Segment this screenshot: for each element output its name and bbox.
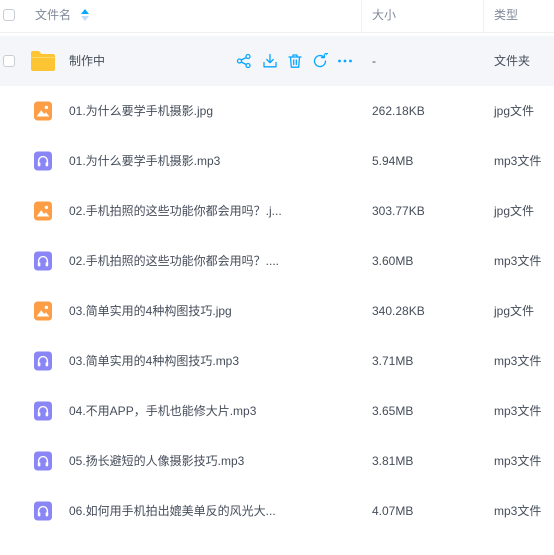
file-list-header: 文件名 大小 类型 xyxy=(0,0,554,33)
size-column-header[interactable]: 大小 xyxy=(372,0,396,33)
rename-icon[interactable] xyxy=(312,53,328,69)
audio-file-icon xyxy=(33,501,53,521)
file-type: jpg文件 xyxy=(494,204,535,218)
audio-file-icon xyxy=(33,401,53,421)
file-name[interactable]: 02.手机拍照的这些功能你都会用吗？.... xyxy=(69,236,279,286)
file-row[interactable]: 04.不用APP，手机也能修大片.mp3 3.65MB mp3文件 xyxy=(0,386,554,436)
folder-type: 文件夹 xyxy=(494,54,531,68)
file-type: jpg文件 xyxy=(494,304,535,318)
file-name[interactable]: 06.如何用手机拍出媲美单反的风光大... xyxy=(69,486,276,536)
file-row[interactable]: 01.为什么要学手机摄影.mp3 5.94MB mp3文件 xyxy=(0,136,554,186)
file-row[interactable]: 02.手机拍照的这些功能你都会用吗？.... 3.60MB mp3文件 xyxy=(0,236,554,286)
file-name[interactable]: 01.为什么要学手机摄影.jpg xyxy=(69,86,213,136)
file-type: jpg文件 xyxy=(494,104,535,118)
file-name[interactable]: 02.手机拍照的这些功能你都会用吗？.j... xyxy=(69,186,282,236)
file-type: mp3文件 xyxy=(494,404,542,418)
image-file-icon xyxy=(33,101,53,121)
file-size: 3.60MB xyxy=(372,254,414,268)
file-row[interactable]: 01.为什么要学手机摄影.jpg 262.18KB jpg文件 xyxy=(0,86,554,136)
audio-file-icon xyxy=(33,251,53,271)
type-column-header[interactable]: 类型 xyxy=(494,0,518,33)
audio-file-icon xyxy=(33,151,53,171)
file-size: 340.28KB xyxy=(372,304,425,318)
file-name[interactable]: 03.简单实用的4种构图技巧.jpg xyxy=(69,286,232,336)
audio-file-icon xyxy=(33,451,53,471)
file-type: mp3文件 xyxy=(494,354,542,368)
file-size: 303.77KB xyxy=(372,204,425,218)
file-type: mp3文件 xyxy=(494,504,542,518)
file-type: mp3文件 xyxy=(494,154,542,168)
delete-icon[interactable] xyxy=(287,53,303,69)
folder-icon xyxy=(31,51,55,71)
file-row[interactable]: 05.扬长避短的人像摄影技巧.mp3 3.81MB mp3文件 xyxy=(0,436,554,486)
folder-name[interactable]: 制作中 xyxy=(69,36,105,86)
file-size: 3.65MB xyxy=(372,404,414,418)
file-type: mp3文件 xyxy=(494,454,542,468)
row-checkbox[interactable] xyxy=(3,55,15,67)
file-size: 4.07MB xyxy=(372,504,414,518)
file-row[interactable]: 02.手机拍照的这些功能你都会用吗？.j... 303.77KB jpg文件 xyxy=(0,186,554,236)
file-size: 5.94MB xyxy=(372,154,414,168)
share-icon[interactable] xyxy=(236,53,252,69)
folder-row[interactable]: 制作中 - 文件夹 xyxy=(0,36,554,86)
image-file-icon xyxy=(33,201,53,221)
sort-icon[interactable] xyxy=(81,9,89,21)
more-icon[interactable] xyxy=(337,53,353,69)
file-name[interactable]: 03.简单实用的4种构图技巧.mp3 xyxy=(69,336,239,386)
file-size: 3.71MB xyxy=(372,354,414,368)
file-size: 262.18KB xyxy=(372,104,425,118)
file-name[interactable]: 01.为什么要学手机摄影.mp3 xyxy=(69,136,220,186)
column-divider xyxy=(361,0,362,33)
image-file-icon xyxy=(33,301,53,321)
file-name[interactable]: 04.不用APP，手机也能修大片.mp3 xyxy=(69,386,256,436)
file-row[interactable]: 03.简单实用的4种构图技巧.jpg 340.28KB jpg文件 xyxy=(0,286,554,336)
file-row[interactable]: 03.简单实用的4种构图技巧.mp3 3.71MB mp3文件 xyxy=(0,336,554,386)
folder-size: - xyxy=(372,54,376,68)
name-column-header[interactable]: 文件名 xyxy=(35,0,71,33)
audio-file-icon xyxy=(33,351,53,371)
file-row[interactable]: 06.如何用手机拍出媲美单反的风光大... 4.07MB mp3文件 xyxy=(0,486,554,536)
column-divider xyxy=(483,0,484,33)
file-type: mp3文件 xyxy=(494,254,542,268)
select-all-checkbox[interactable] xyxy=(3,9,15,21)
file-name[interactable]: 05.扬长避短的人像摄影技巧.mp3 xyxy=(69,436,244,486)
file-size: 3.81MB xyxy=(372,454,414,468)
download-icon[interactable] xyxy=(262,53,278,69)
